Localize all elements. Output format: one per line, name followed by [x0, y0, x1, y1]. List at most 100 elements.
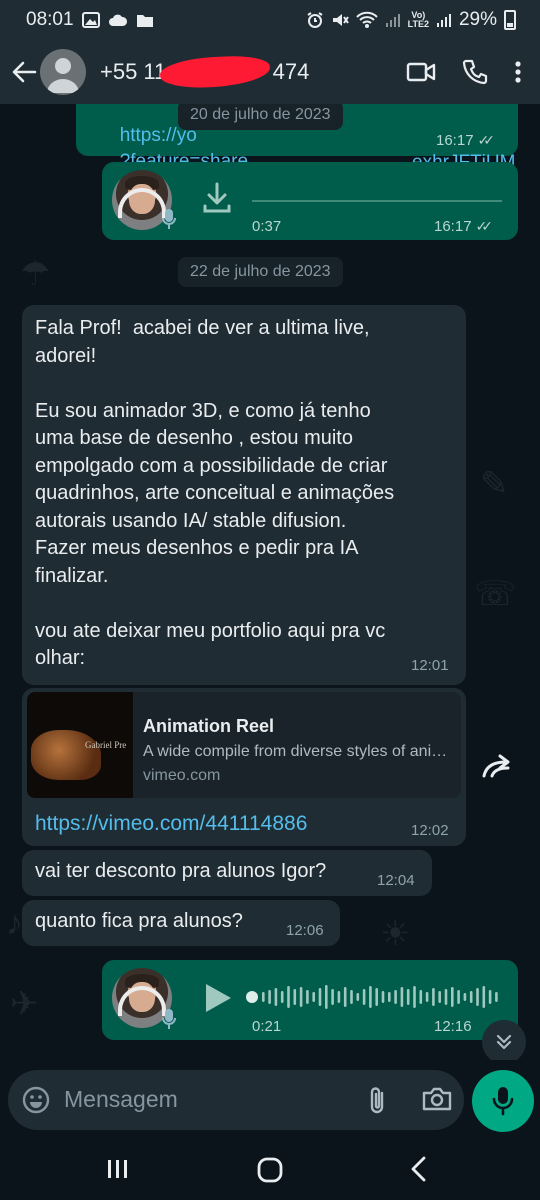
waveform-bar: [337, 991, 341, 1003]
scroll-to-bottom-button[interactable]: [482, 1020, 526, 1060]
wallpaper-doodle: ☂: [20, 255, 51, 293]
waveform-bar: [406, 989, 410, 1005]
phone-call-icon[interactable]: [462, 59, 488, 85]
chat-area[interactable]: ✿ ☂ ✎ ☏ ♪ ✈ ☀ https://yo exhrJFTjUM ?fea…: [0, 104, 540, 1060]
waveform-bar: [400, 987, 404, 1007]
wallpaper-doodle: ☏: [474, 575, 517, 613]
message-time: 16:17: [434, 218, 472, 235]
waveform-bar: [451, 987, 454, 1007]
chat-header: +55 11 9 474: [0, 40, 540, 104]
date-chip: 22 de julho de 2023: [178, 257, 343, 287]
link-preview-thumbnail: Gabriel Pre: [27, 692, 133, 798]
thumbnail-caption: Gabriel Pre: [85, 740, 127, 750]
waveform-bar: [438, 991, 441, 1003]
contact-name[interactable]: +55 11 9 474: [100, 54, 309, 90]
message-incoming[interactable]: quanto fica pra alunos? 12:06: [22, 900, 340, 946]
message-time: 12:04: [377, 872, 415, 889]
mute-icon: [332, 14, 349, 26]
waveform-bar: [299, 987, 303, 1007]
waveform-bar: [463, 993, 467, 1001]
back-arrow-icon[interactable]: [10, 58, 38, 86]
message-link-url[interactable]: https://vimeo.com/441114886: [35, 812, 307, 836]
message-text: quanto fica pra alunos?: [35, 910, 243, 932]
contact-avatar[interactable]: [40, 49, 86, 95]
waveform-bar: [394, 990, 397, 1004]
audio-waveform[interactable]: [246, 982, 502, 1012]
emoji-icon[interactable]: [22, 1086, 50, 1114]
camera-icon[interactable]: [422, 1086, 452, 1112]
audio-progress-track[interactable]: [252, 200, 502, 202]
double-check-icon: ✓✓: [477, 132, 496, 148]
wallpaper-doodle: ✎: [480, 465, 509, 503]
waveform-bar: [419, 990, 423, 1004]
date-chip-text: 20 de julho de 2023: [190, 106, 331, 123]
status-bar: 08:01 Vo) LTE2 29%: [0, 0, 540, 40]
waveform-bar: [362, 989, 366, 1005]
nav-back-icon[interactable]: [410, 1156, 428, 1182]
message-incoming[interactable]: Fala Prof! acabei de ver a ultima live, …: [22, 305, 466, 685]
waveform-bar: [350, 990, 353, 1004]
gallery-icon: [81, 12, 100, 28]
mic-badge-icon: [162, 1009, 176, 1029]
waveform-bar: [306, 990, 309, 1004]
waveform-bar: [457, 990, 460, 1004]
waveform-bar: [375, 988, 378, 1006]
waveform-bar: [388, 992, 391, 1002]
alarm-icon: [307, 12, 323, 28]
waveform-bar: [444, 989, 448, 1005]
double-check-icon: ✓✓: [475, 218, 494, 234]
waveform-bar: [293, 989, 297, 1005]
recent-apps-icon[interactable]: [106, 1158, 130, 1180]
input-bar: Mensagem: [0, 1060, 540, 1144]
microphone-icon: [492, 1087, 514, 1116]
waveform-bar: [495, 992, 498, 1002]
video-call-icon[interactable]: [406, 61, 436, 83]
download-icon[interactable]: [202, 182, 232, 214]
home-icon[interactable]: [257, 1157, 283, 1183]
waveform-bar: [476, 988, 479, 1006]
link-preview-domain: vimeo.com: [143, 767, 221, 784]
date-chip: 20 de julho de 2023: [178, 104, 343, 130]
message-text: vai ter desconto pra alunos Igor?: [35, 860, 327, 882]
waveform-bar: [356, 993, 360, 1001]
waveform-bar: [369, 986, 372, 1008]
forward-icon[interactable]: [478, 752, 518, 782]
waveform-bar: [413, 986, 416, 1008]
voice-duration: 0:37: [252, 218, 282, 235]
message-incoming[interactable]: vai ter desconto pra alunos Igor? 12:04: [22, 850, 432, 896]
more-options-icon[interactable]: [514, 60, 522, 84]
signal-icon: [385, 14, 400, 27]
message-time: 12:01: [411, 657, 449, 674]
waveform-bar: [425, 992, 429, 1002]
status-time: 08:01: [26, 9, 74, 30]
message-input-placeholder[interactable]: Mensagem: [64, 1086, 178, 1113]
voice-message[interactable]: 0:37 16:17 ✓✓: [102, 162, 518, 240]
paperclip-icon[interactable]: [366, 1085, 388, 1117]
play-icon[interactable]: [203, 982, 233, 1014]
waveform-bar: [432, 988, 435, 1006]
message-time: 12:02: [411, 822, 449, 839]
network-label: Vo) LTE2: [407, 10, 429, 29]
message-text: Fala Prof! acabei de ver a ultima live, …: [35, 317, 395, 669]
message-time: 12:06: [286, 922, 324, 939]
wifi-icon: [355, 11, 378, 28]
double-chevron-down-icon: [496, 1034, 512, 1050]
link-preview[interactable]: Gabriel Pre Animation Reel A wide compil…: [27, 692, 461, 798]
waveform-bar: [325, 985, 328, 1009]
message-time: 12:16: [434, 1018, 472, 1035]
waveform-bar: [268, 990, 271, 1004]
battery-percent: 29%: [458, 9, 497, 30]
battery-icon: [504, 10, 516, 30]
waveform-bar: [381, 991, 385, 1003]
record-voice-button[interactable]: [472, 1070, 534, 1132]
waveform-bar: [331, 989, 334, 1005]
wallpaper-doodle: ♪: [6, 904, 23, 942]
wallpaper-doodle: ✈: [10, 985, 39, 1023]
waveform-bar: [343, 987, 347, 1007]
waveform-bar: [287, 986, 290, 1008]
waveform-bar: [488, 990, 492, 1004]
waveform-bar: [262, 992, 265, 1002]
folder-icon: [136, 14, 153, 27]
message-input[interactable]: Mensagem: [8, 1070, 464, 1130]
signal-icon-2: [436, 14, 451, 27]
